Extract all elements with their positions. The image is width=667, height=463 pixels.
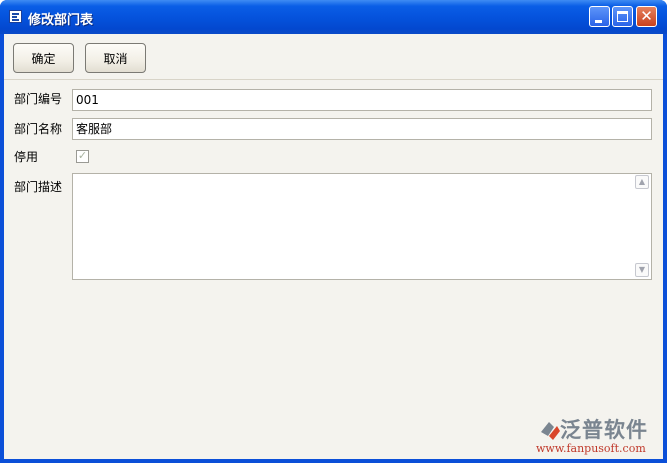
minimize-button[interactable] — [589, 6, 610, 27]
cancel-button[interactable]: 取消 — [85, 43, 146, 73]
close-button[interactable]: ✕ — [636, 6, 657, 27]
description-label: 部门描述 — [14, 180, 63, 194]
brand-logo-icon — [541, 422, 560, 440]
disabled-label: 停用 — [14, 150, 39, 164]
dialog-window: 修改部门表 ✕ 确定 取消 部门编号 001 部门名称 客服部 停用 ✓ 部门描… — [0, 0, 667, 463]
dept-code-input[interactable]: 001 — [72, 89, 652, 111]
maximize-icon — [617, 11, 628, 22]
window-title: 修改部门表 — [28, 13, 94, 28]
disabled-checkbox[interactable]: ✓ — [76, 149, 89, 163]
close-icon: ✕ — [640, 7, 653, 25]
title-bar[interactable]: 修改部门表 ✕ — [0, 0, 667, 34]
app-icon — [9, 10, 22, 23]
scroll-down-icon[interactable]: ▼ — [635, 263, 649, 277]
maximize-button[interactable] — [612, 6, 633, 27]
confirm-button[interactable]: 确定 — [13, 43, 74, 73]
dept-code-label: 部门编号 — [14, 92, 63, 106]
vertical-scrollbar[interactable]: ▲ ▼ — [634, 174, 651, 279]
description-textarea[interactable]: ▲ ▼ — [72, 173, 652, 280]
brand-text: 泛普软件 — [560, 418, 648, 442]
brand-url: www.fanpusoft.com — [536, 442, 646, 455]
scroll-up-icon[interactable]: ▲ — [635, 175, 649, 189]
check-icon: ✓ — [77, 149, 88, 162]
toolbar: 确定 取消 — [4, 34, 663, 80]
dept-name-input[interactable]: 客服部 — [72, 118, 652, 140]
dept-name-label: 部门名称 — [14, 122, 63, 136]
dialog-body: 确定 取消 部门编号 001 部门名称 客服部 停用 ✓ 部门描述 ▲ ▼ 泛普… — [4, 34, 663, 459]
brand-watermark: 泛普软件 www.fanpusoft.com — [536, 414, 660, 458]
minimize-icon — [595, 20, 602, 23]
